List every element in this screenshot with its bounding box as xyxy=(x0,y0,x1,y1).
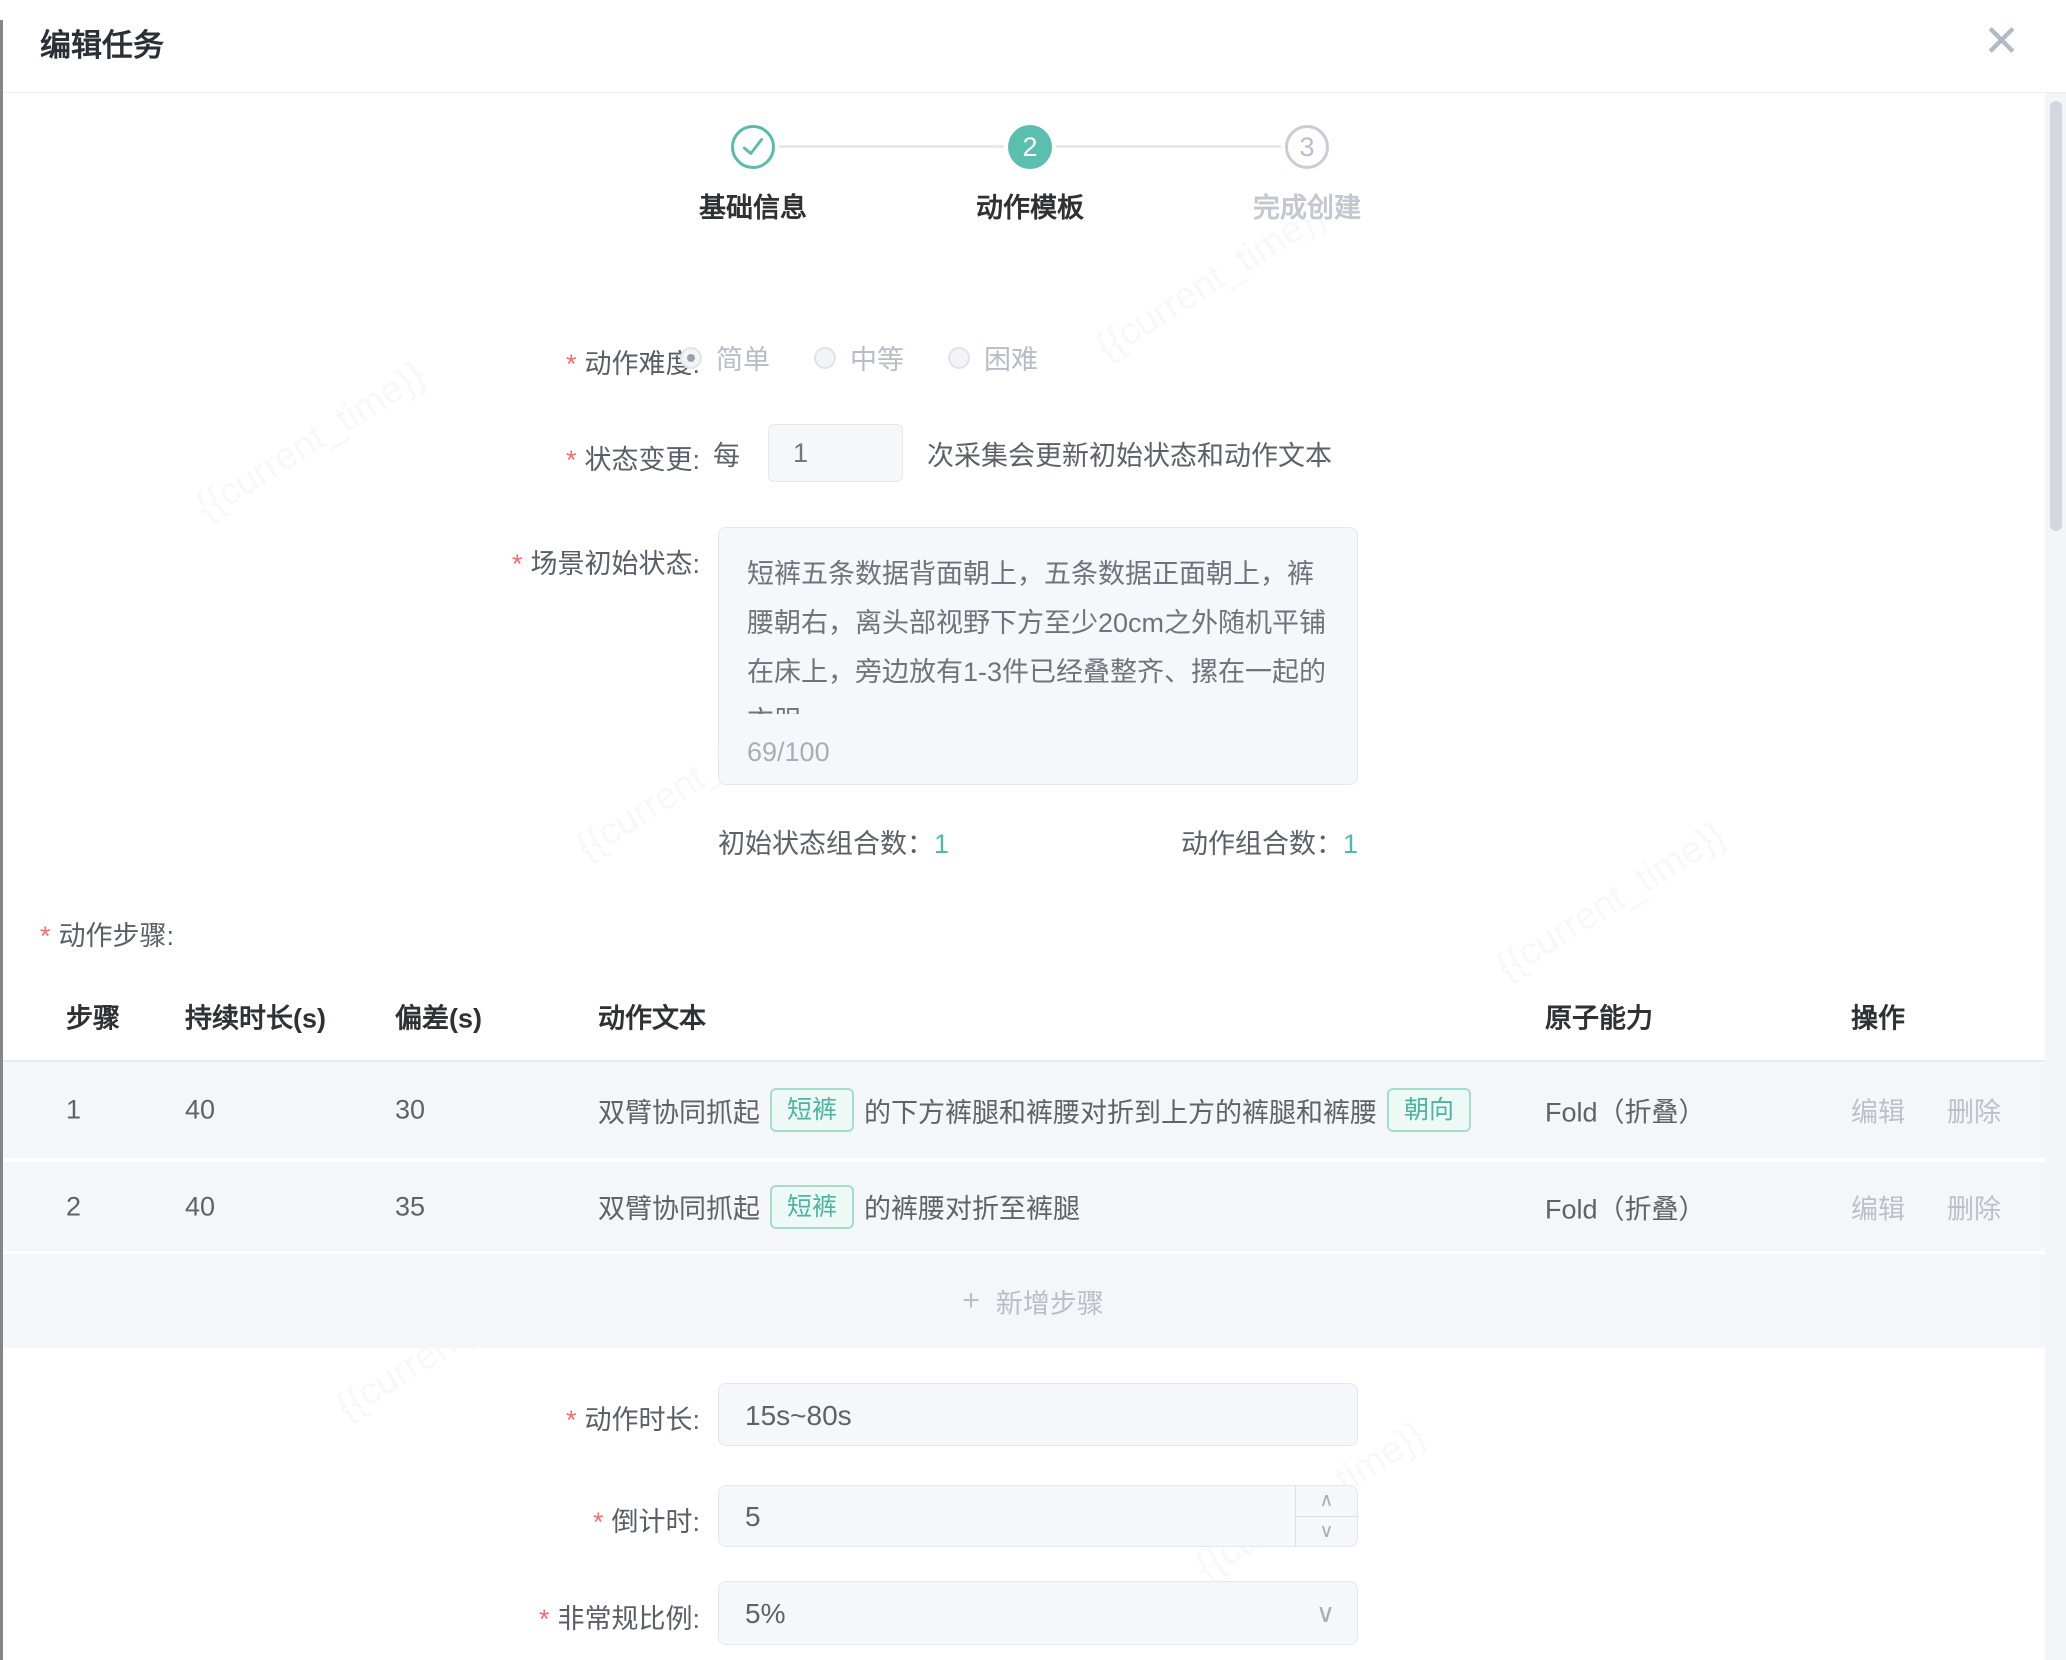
step-action-text: 双臂协同抓起 短裤 的下方裤腿和裤腰对折到上方的裤腿和裤腰 朝向 xyxy=(598,1088,1481,1132)
radio-medium[interactable]: 中等 xyxy=(814,338,904,377)
duration-value: 15s~80s xyxy=(745,1384,852,1447)
stepper-connector xyxy=(1056,145,1281,148)
step-deviation: 35 xyxy=(395,1191,425,1222)
step-number: 2 xyxy=(66,1191,81,1222)
action-combo-value: 1 xyxy=(1343,829,1358,859)
step-duration: 40 xyxy=(185,1191,215,1222)
plus-icon: + xyxy=(962,1284,980,1318)
duration-label: *动作时长: xyxy=(566,1398,700,1437)
required-mark: * xyxy=(566,445,577,475)
col-deviation: 偏差(s) xyxy=(395,997,482,1036)
initial-combo-value: 1 xyxy=(934,829,949,859)
countdown-input[interactable]: 5 ∧ ∨ xyxy=(718,1485,1358,1547)
step-ability: Fold（折叠） xyxy=(1545,1091,1706,1130)
state-change-label: *状态变更: xyxy=(566,438,700,477)
step-2-label: 动作模板 xyxy=(920,186,1140,225)
col-ability: 原子能力 xyxy=(1545,997,1653,1036)
table-header: 步骤 持续时长(s) 偏差(s) 动作文本 原子能力 操作 xyxy=(0,972,2066,1062)
difficulty-radio-group: 简单 中等 困难 xyxy=(680,338,1082,377)
page-edge-sliver xyxy=(0,20,3,1660)
state-change-row: 每 次采集会更新初始状态和动作文本 xyxy=(713,424,1332,482)
decrease-button[interactable]: ∨ xyxy=(1296,1516,1357,1546)
state-change-prefix: 每 xyxy=(713,434,740,473)
watermark-text: {{current_time}} xyxy=(189,354,434,529)
add-step-label: 新增步骤 xyxy=(996,1282,1104,1321)
close-icon[interactable]: ✕ xyxy=(1983,12,2020,72)
row-actions: 编辑 删除 xyxy=(1851,1187,2001,1226)
char-counter: 69/100 xyxy=(747,737,830,768)
chevron-down-icon: ∨ xyxy=(1320,1501,1334,1563)
object-tag: 短裤 xyxy=(770,1088,854,1132)
table-row: 1 40 30 双臂协同抓起 短裤 的下方裤腿和裤腰对折到上方的裤腿和裤腰 朝向… xyxy=(0,1062,2066,1158)
col-operation: 操作 xyxy=(1851,997,1905,1036)
col-duration: 持续时长(s) xyxy=(185,997,326,1036)
initial-state-label: *场景初始状态: xyxy=(512,542,700,581)
radio-label: 中等 xyxy=(850,338,904,377)
unusual-ratio-select[interactable]: 5% ∨ xyxy=(718,1581,1358,1645)
unusual-ratio-label: *非常规比例: xyxy=(539,1597,700,1636)
countdown-value: 5 xyxy=(745,1486,761,1548)
scrollbar-track[interactable] xyxy=(2045,93,2066,1660)
state-change-input[interactable] xyxy=(768,424,903,482)
col-step: 步骤 xyxy=(66,997,120,1036)
dialog-title: 编辑任务 xyxy=(40,20,164,65)
row-actions: 编辑 删除 xyxy=(1851,1091,2001,1130)
step-3-label: 完成创建 xyxy=(1197,186,1417,225)
object-tag: 短裤 xyxy=(770,1185,854,1229)
orientation-tag: 朝向 xyxy=(1387,1088,1471,1132)
unusual-ratio-value: 5% xyxy=(745,1582,785,1646)
edit-link[interactable]: 编辑 xyxy=(1851,1098,1905,1128)
required-mark: * xyxy=(40,921,51,951)
delete-link[interactable]: 删除 xyxy=(1947,1194,2001,1224)
step-ability: Fold（折叠） xyxy=(1545,1187,1706,1226)
duration-input[interactable]: 15s~80s xyxy=(718,1383,1358,1446)
edit-link[interactable]: 编辑 xyxy=(1851,1194,1905,1224)
step-3-indicator: 3 xyxy=(1285,125,1329,169)
initial-state-box: 短裤五条数据背面朝上，五条数据正面朝上，裤腰朝右，离头部视野下方至少20cm之外… xyxy=(718,527,1358,785)
delete-link[interactable]: 删除 xyxy=(1947,1098,2001,1128)
table-row: 2 40 35 双臂协同抓起 短裤 的裤腰对折至裤腿 Fold（折叠） 编辑 删除 xyxy=(0,1162,2066,1251)
step-number: 1 xyxy=(66,1095,81,1126)
radio-dot xyxy=(948,347,970,369)
radio-hard[interactable]: 困难 xyxy=(948,338,1038,377)
col-action-text: 动作文本 xyxy=(598,997,706,1036)
required-mark: * xyxy=(512,549,523,579)
number-spinner: ∧ ∨ xyxy=(1295,1486,1357,1546)
initial-state-textarea[interactable]: 短裤五条数据背面朝上，五条数据正面朝上，裤腰朝右，离头部视野下方至少20cm之外… xyxy=(719,528,1357,714)
watermark-text: {{current_time}} xyxy=(1489,814,1734,989)
dialog-header: 编辑任务 ✕ xyxy=(0,0,2066,93)
combo-counts: 初始状态组合数：1 动作组合数：1 xyxy=(718,822,1358,861)
step-1-indicator xyxy=(731,125,775,169)
stepper-connector xyxy=(779,145,1004,148)
action-combo-count: 动作组合数：1 xyxy=(1181,822,1358,861)
action-steps-label: *动作步骤: xyxy=(40,914,174,953)
countdown-label: *倒计时: xyxy=(593,1500,700,1539)
required-mark: * xyxy=(593,1507,604,1537)
add-step-button[interactable]: + 新增步骤 xyxy=(0,1254,2066,1348)
chevron-down-icon: ∨ xyxy=(1316,1581,1335,1645)
scrollbar-thumb[interactable] xyxy=(2050,101,2062,531)
required-mark: * xyxy=(566,1405,577,1435)
required-mark: * xyxy=(539,1604,550,1634)
radio-dot xyxy=(814,347,836,369)
step-2-indicator: 2 xyxy=(1008,125,1052,169)
step-1-label: 基础信息 xyxy=(643,186,863,225)
initial-combo-count: 初始状态组合数：1 xyxy=(718,822,949,861)
check-icon xyxy=(740,134,766,160)
step-duration: 40 xyxy=(185,1095,215,1126)
step-deviation: 30 xyxy=(395,1095,425,1126)
radio-dot xyxy=(680,347,702,369)
required-mark: * xyxy=(566,349,577,379)
radio-label: 简单 xyxy=(716,338,770,377)
step-action-text: 双臂协同抓起 短裤 的裤腰对折至裤腿 xyxy=(598,1185,1080,1229)
radio-label: 困难 xyxy=(984,338,1038,377)
radio-easy[interactable]: 简单 xyxy=(680,338,770,377)
state-change-suffix: 次采集会更新初始状态和动作文本 xyxy=(927,434,1332,473)
